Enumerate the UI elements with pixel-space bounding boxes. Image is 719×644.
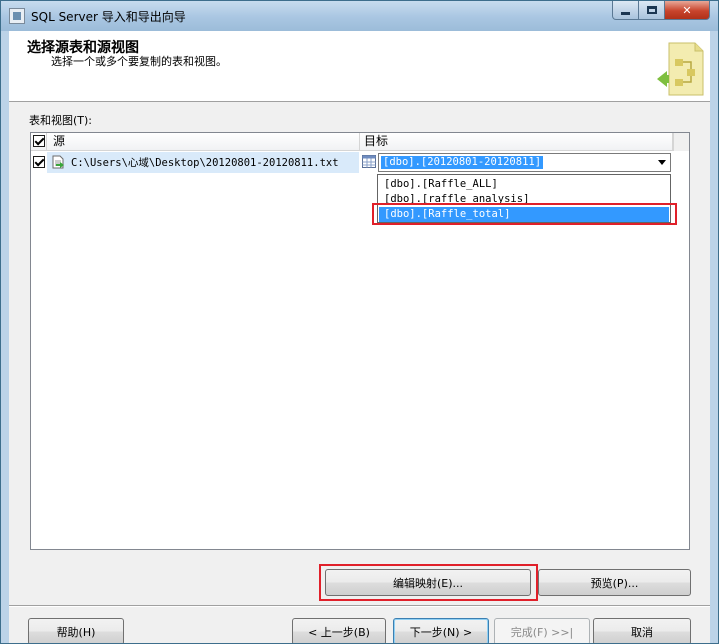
target-selected-value: [dbo].[20120801-20120811] (381, 156, 544, 169)
minimize-icon (621, 11, 630, 15)
page-subtitle: 选择一个或多个要复制的表和视图。 (51, 55, 227, 68)
source-path: C:\Users\心域\Desktop\20120801-20120811.tx… (71, 157, 339, 169)
highlight-box-raffle-total (372, 203, 677, 225)
source-cell[interactable]: C:\Users\心域\Desktop\20120801-20120811.tx… (47, 152, 359, 173)
title-bar[interactable]: SQL Server 导入和导出向导 ✕ (1, 1, 718, 31)
tables-views-label: 表和视图(T): (29, 114, 93, 127)
target-combobox[interactable]: [dbo].[20120801-20120811] (378, 153, 671, 172)
highlight-box-edit-mapping (319, 564, 538, 601)
grid-header-corner (673, 133, 689, 151)
minimize-button[interactable] (612, 1, 639, 20)
maximize-icon (646, 6, 657, 14)
finish-button[interactable]: 完成(F) >>| (494, 618, 590, 643)
wizard-graphic-icon (657, 42, 704, 96)
maximize-button[interactable] (638, 1, 665, 20)
window-title: SQL Server 导入和导出向导 (31, 10, 186, 24)
next-button[interactable]: 下一步(N) > (393, 618, 489, 643)
wizard-header: 选择源表和源视图 选择一个或多个要复制的表和视图。 (9, 31, 710, 102)
app-icon (9, 8, 25, 24)
column-header-source[interactable]: 源 (47, 133, 360, 151)
preview-button[interactable]: 预览(P)... (538, 569, 691, 596)
close-icon: ✕ (682, 3, 692, 17)
cancel-button[interactable]: 取消 (593, 618, 691, 643)
window-frame-right (710, 31, 718, 643)
table-icon (362, 155, 376, 168)
column-header-target[interactable]: 目标 (360, 133, 673, 151)
row-checkbox[interactable] (33, 156, 45, 168)
table-row[interactable]: C:\Users\心域\Desktop\20120801-20120811.tx… (31, 152, 673, 173)
back-button[interactable]: < 上一步(B) (292, 618, 386, 643)
chevron-down-icon[interactable] (653, 154, 670, 171)
flat-file-source-icon (52, 155, 64, 169)
wizard-window: SQL Server 导入和导出向导 ✕ 选择源表和源视图 选择一个或多个要复制… (0, 0, 719, 644)
dropdown-option[interactable]: [dbo].[Raffle_ALL] (379, 177, 669, 192)
window-frame-left (1, 31, 9, 643)
help-button[interactable]: 帮助(H) (28, 618, 124, 643)
footer-divider (9, 605, 710, 607)
grid-header: 源 目标 (31, 133, 673, 151)
close-button[interactable]: ✕ (664, 1, 710, 20)
select-all-checkbox[interactable] (33, 135, 45, 147)
select-all-cell[interactable] (31, 133, 47, 151)
